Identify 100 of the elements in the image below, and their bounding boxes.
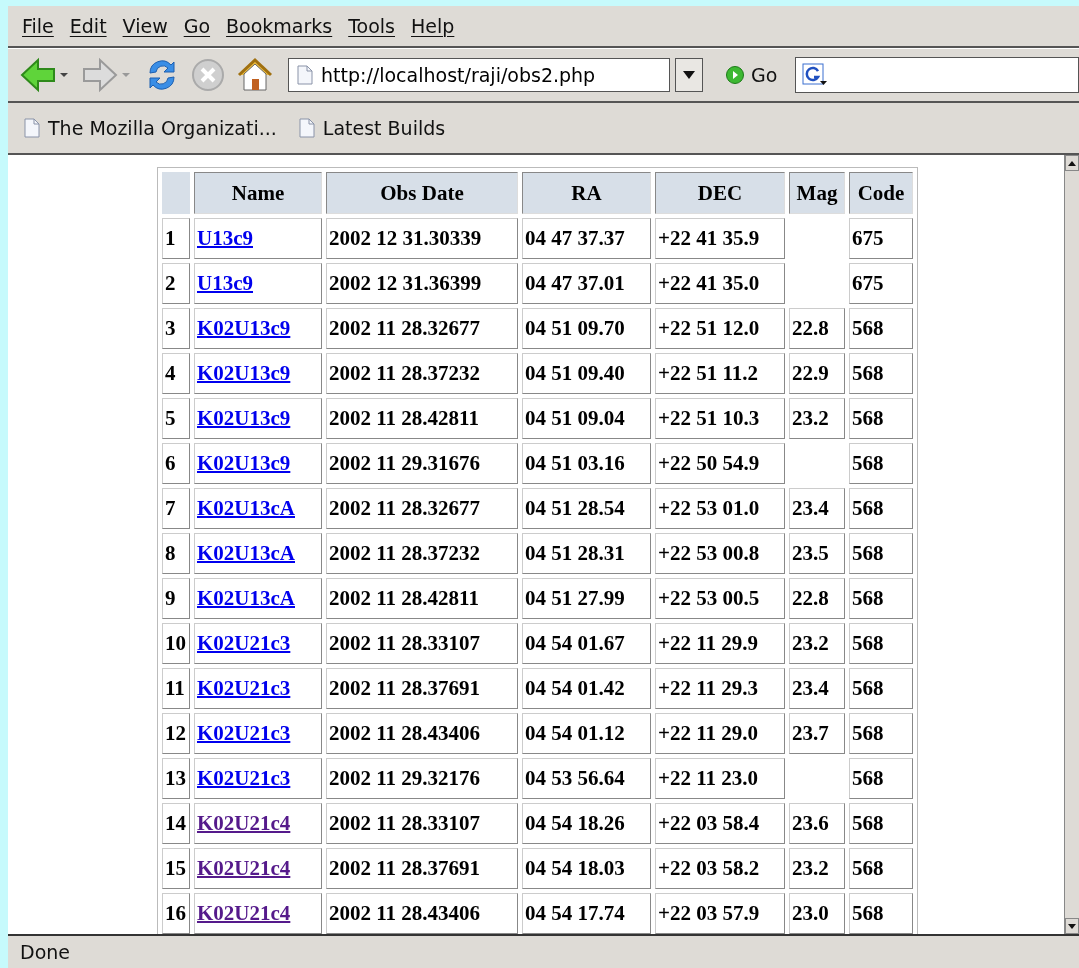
table-cell: 568 — [849, 443, 913, 484]
table-cell: 2002 11 28.33107 — [326, 623, 518, 664]
name-link[interactable]: K02U13c9 — [197, 316, 291, 340]
table-cell: +22 53 00.8 — [655, 533, 785, 574]
name-link[interactable]: K02U13c9 — [197, 451, 291, 475]
scroll-down-icon[interactable] — [1068, 923, 1076, 929]
table-cell: +22 11 29.0 — [655, 713, 785, 754]
table-cell: 04 47 37.01 — [522, 263, 651, 304]
table-cell: 04 51 03.16 — [522, 443, 651, 484]
table-cell: 2002 11 29.31676 — [326, 443, 518, 484]
row-number: 16 — [162, 893, 190, 934]
name-link[interactable]: U13c9 — [197, 226, 253, 250]
row-number: 1 — [162, 218, 190, 259]
table-cell: 22.9 — [789, 353, 845, 394]
table-cell: 568 — [849, 533, 913, 574]
row-number: 6 — [162, 443, 190, 484]
table-cell: +22 50 54.9 — [655, 443, 785, 484]
table-cell: 04 51 09.40 — [522, 353, 651, 394]
row-number: 7 — [162, 488, 190, 529]
row-number: 9 — [162, 578, 190, 619]
page-icon — [24, 118, 40, 138]
address-field[interactable]: http://localhost/raji/obs2.php — [288, 58, 670, 92]
table-cell: 568 — [849, 893, 913, 934]
row-number: 5 — [162, 398, 190, 439]
menu-item[interactable]: Go — [177, 11, 217, 41]
name-link[interactable]: K02U13c9 — [197, 406, 291, 430]
search-field[interactable] — [795, 57, 1079, 93]
search-engine-icon[interactable] — [802, 63, 829, 87]
table-cell: +22 53 00.5 — [655, 578, 785, 619]
table-cell: 2002 11 28.32677 — [326, 308, 518, 349]
bookmark-link[interactable]: The Mozilla Organizati... — [24, 117, 277, 139]
menu-item[interactable]: View — [116, 11, 174, 41]
menu-item[interactable]: Tools — [342, 11, 401, 41]
column-header: Mag — [789, 172, 845, 214]
name-link[interactable]: K02U21c4 — [197, 811, 291, 835]
caret-icon — [683, 71, 695, 79]
name-link[interactable]: K02U13c9 — [197, 361, 291, 385]
table-cell: 04 54 01.67 — [522, 623, 651, 664]
table-cell: 2002 11 28.43406 — [326, 713, 518, 754]
table-cell: 2002 11 28.32677 — [326, 488, 518, 529]
row-number: 14 — [162, 803, 190, 844]
table-cell: 22.8 — [789, 578, 845, 619]
column-header: Obs Date — [326, 172, 518, 214]
go-button[interactable]: Go — [719, 63, 784, 87]
name-link[interactable]: K02U13cA — [197, 541, 295, 565]
table-cell: +22 11 23.0 — [655, 758, 785, 799]
row-number: 10 — [162, 623, 190, 664]
table-cell: 04 54 17.74 — [522, 893, 651, 934]
table-cell: 23.2 — [789, 848, 845, 889]
table-cell: 23.2 — [789, 623, 845, 664]
menu-item[interactable]: Bookmarks — [220, 11, 339, 41]
name-link[interactable]: K02U21c3 — [197, 766, 291, 790]
table-cell: 04 51 27.99 — [522, 578, 651, 619]
table-cell: 04 53 56.64 — [522, 758, 651, 799]
table-cell: +22 03 58.4 — [655, 803, 785, 844]
bookmark-link[interactable]: Latest Builds — [298, 117, 446, 139]
scrollbar[interactable] — [1064, 155, 1079, 934]
menu-item[interactable]: File — [16, 11, 60, 41]
column-header: Name — [194, 172, 322, 214]
row-number: 11 — [162, 668, 190, 709]
table-cell: 675 — [849, 263, 913, 304]
table-cell: 04 51 09.70 — [522, 308, 651, 349]
name-link[interactable]: K02U21c3 — [197, 676, 291, 700]
name-link[interactable]: K02U21c3 — [197, 721, 291, 745]
name-link[interactable]: K02U13cA — [197, 496, 295, 520]
table-cell: 04 54 01.12 — [522, 713, 651, 754]
name-link[interactable]: K02U21c3 — [197, 631, 291, 655]
table-cell: 568 — [849, 353, 913, 394]
table-cell: 675 — [849, 218, 913, 259]
table-cell: 568 — [849, 713, 913, 754]
table-cell: 2002 11 28.43406 — [326, 893, 518, 934]
table-cell: 568 — [849, 398, 913, 439]
scroll-up-icon[interactable] — [1068, 160, 1076, 166]
name-link[interactable]: U13c9 — [197, 271, 253, 295]
table-cell: 04 51 09.04 — [522, 398, 651, 439]
table-cell: 2002 12 31.30339 — [326, 218, 518, 259]
row-number: 3 — [162, 308, 190, 349]
menu-item[interactable]: Edit — [63, 11, 113, 41]
name-link[interactable]: K02U13cA — [197, 586, 295, 610]
table-cell: +22 03 57.9 — [655, 893, 785, 934]
table-cell: +22 11 29.9 — [655, 623, 785, 664]
table-cell: 2002 11 28.37232 — [326, 533, 518, 574]
table-cell: 23.7 — [789, 713, 845, 754]
row-number: 4 — [162, 353, 190, 394]
table-cell: 04 54 01.42 — [522, 668, 651, 709]
table-cell: 2002 11 28.42811 — [326, 398, 518, 439]
dropdown-button[interactable] — [675, 58, 703, 92]
name-link[interactable]: K02U21c4 — [197, 856, 291, 880]
row-number: 8 — [162, 533, 190, 574]
table-cell: 04 54 18.26 — [522, 803, 651, 844]
table-cell: +22 51 12.0 — [655, 308, 785, 349]
name-link[interactable]: K02U21c4 — [197, 901, 291, 925]
menu-item[interactable]: Help — [405, 11, 461, 41]
table-cell: 23.4 — [789, 488, 845, 529]
row-number: 13 — [162, 758, 190, 799]
table-cell: 2002 11 28.33107 — [326, 803, 518, 844]
table-cell: 568 — [849, 308, 913, 349]
column-header: DEC — [655, 172, 785, 214]
table-cell: +22 51 10.3 — [655, 398, 785, 439]
table-cell: 568 — [849, 578, 913, 619]
